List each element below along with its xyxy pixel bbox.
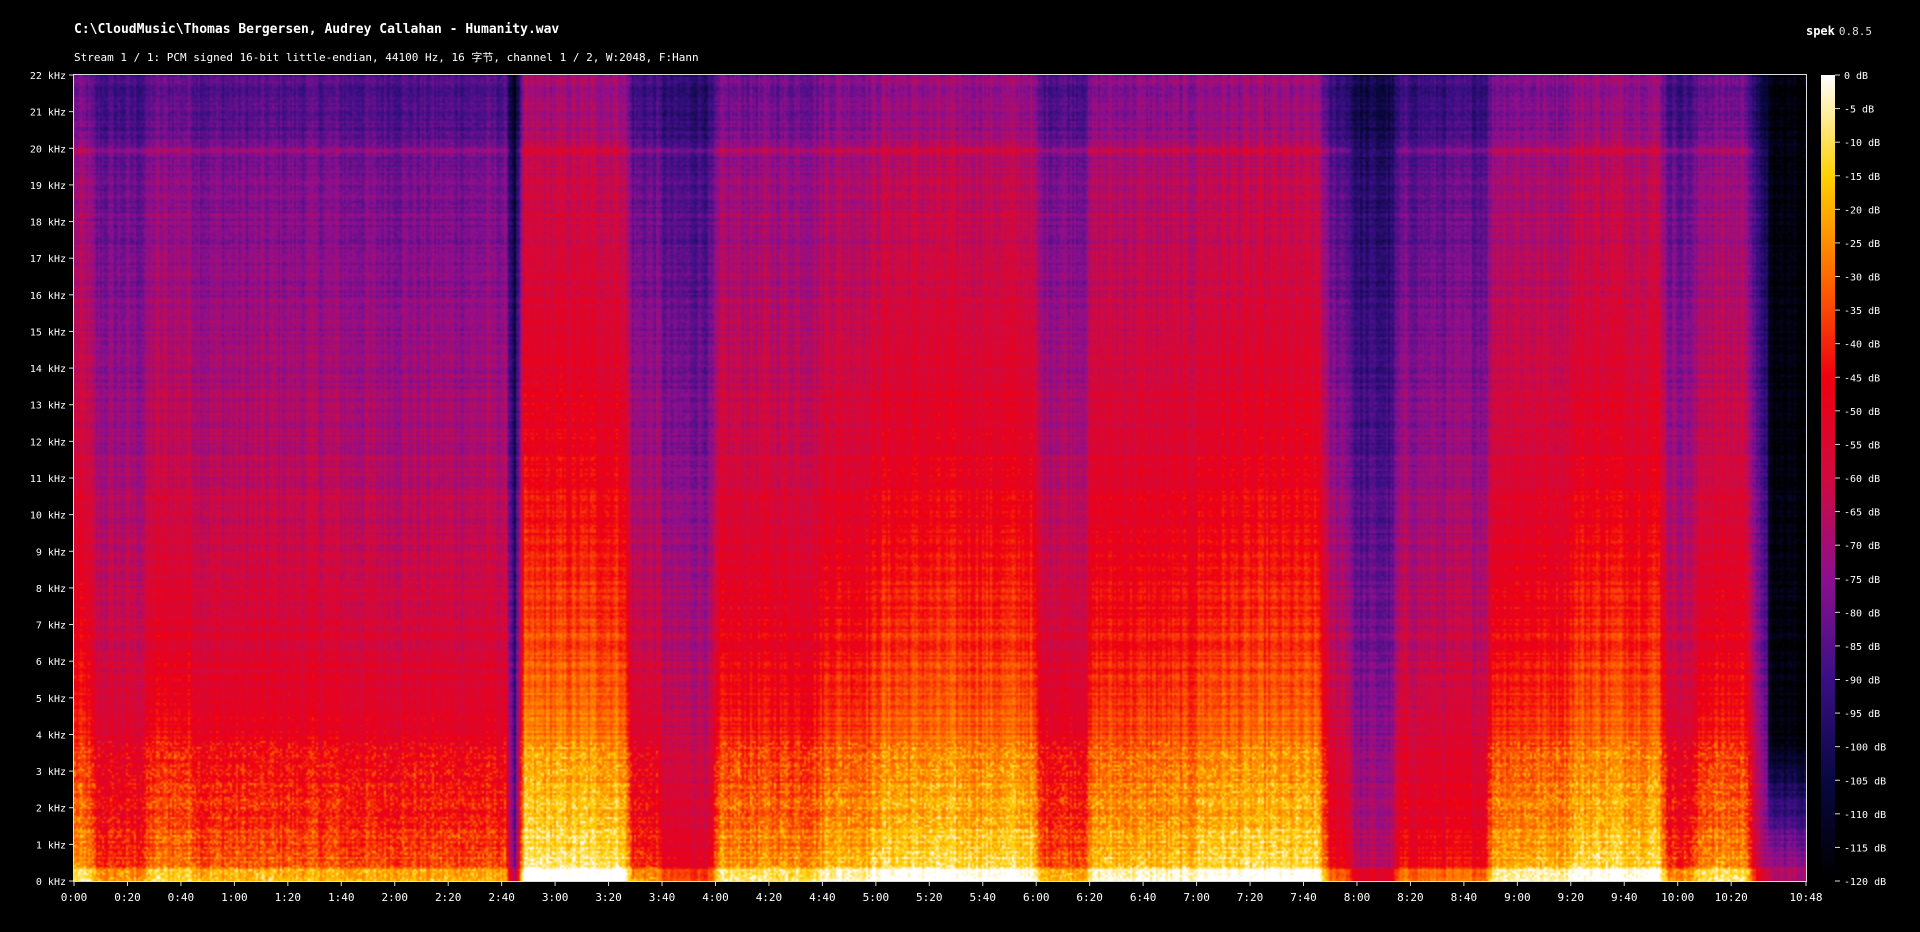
x-tick-label: 10:48 [1789, 891, 1822, 904]
y-tick-label: 15 kHz [30, 327, 66, 338]
colorbar-tick-label: -75 dB [1844, 575, 1880, 586]
colorbar-tick-label: -65 dB [1844, 508, 1880, 519]
x-tick-label: 1:00 [221, 891, 248, 904]
x-tick-label: 4:40 [809, 891, 836, 904]
x-tick-label: 1:40 [328, 891, 355, 904]
y-tick-label: 3 kHz [36, 767, 66, 778]
colorbar-tick-label: -100 dB [1844, 743, 1886, 754]
colorbar-tick-label: -55 dB [1844, 440, 1880, 451]
y-tick-label: 18 kHz [30, 218, 66, 229]
x-tick-label: 3:40 [649, 891, 676, 904]
x-tick-label: 7:00 [1183, 891, 1210, 904]
colorbar-tick-label: -90 dB [1844, 676, 1880, 687]
y-tick-label: 20 kHz [30, 144, 66, 155]
colorbar-tick-label: -45 dB [1844, 373, 1880, 384]
y-tick-label: 0 kHz [36, 877, 66, 888]
x-tick-label: 4:20 [756, 891, 783, 904]
x-tick-label: 10:20 [1715, 891, 1748, 904]
y-tick-label: 17 kHz [30, 254, 66, 265]
x-tick-label: 7:40 [1290, 891, 1317, 904]
x-tick-label: 9:00 [1504, 891, 1531, 904]
colorbar-tick-label: -25 dB [1844, 239, 1880, 250]
colorbar-tick-label: -115 dB [1844, 843, 1886, 854]
x-tick-label: 5:40 [970, 891, 997, 904]
x-tick-label: 0:40 [168, 891, 195, 904]
colorbar-tick-label: -80 dB [1844, 608, 1880, 619]
x-tick-label: 1:20 [275, 891, 302, 904]
x-tick-label: 4:00 [702, 891, 729, 904]
x-tick-label: 3:00 [542, 891, 569, 904]
x-tick-label: 0:00 [61, 891, 88, 904]
x-tick-label: 8:20 [1397, 891, 1424, 904]
colorbar-tick-label: -60 dB [1844, 474, 1880, 485]
colorbar-tick-label: -50 dB [1844, 407, 1880, 418]
colorbar-tick-label: -110 dB [1844, 810, 1886, 821]
colorbar-tick-label: -95 dB [1844, 709, 1880, 720]
y-tick-label: 11 kHz [30, 474, 66, 485]
colorbar-tick-label: 0 dB [1844, 71, 1868, 82]
y-tick-label: 4 kHz [36, 730, 66, 741]
x-tick-label: 9:40 [1611, 891, 1638, 904]
y-tick-label: 5 kHz [36, 694, 66, 705]
colorbar-tick-label: -10 dB [1844, 138, 1880, 149]
colorbar-tick-label: -30 dB [1844, 273, 1880, 284]
colorbar-tick-label: -5 dB [1844, 105, 1874, 116]
x-tick-label: 5:20 [916, 891, 943, 904]
x-tick-label: 2:00 [381, 891, 408, 904]
x-tick-label: 10:00 [1661, 891, 1694, 904]
y-tick-label: 7 kHz [36, 621, 66, 632]
colorbar-tick-label: -120 dB [1844, 877, 1886, 888]
y-tick-label: 19 kHz [30, 181, 66, 192]
colorbar-tick-label: -85 dB [1844, 642, 1880, 653]
y-tick-label: 9 kHz [36, 547, 66, 558]
y-tick-label: 14 kHz [30, 364, 66, 375]
x-tick-label: 3:20 [595, 891, 622, 904]
x-tick-label: 2:40 [488, 891, 515, 904]
y-tick-label: 16 kHz [30, 291, 66, 302]
colorbar-tick-label: -105 dB [1844, 776, 1886, 787]
colorbar-tick-label: -15 dB [1844, 172, 1880, 183]
y-tick-label: 13 kHz [30, 401, 66, 412]
x-tick-label: 0:20 [114, 891, 141, 904]
x-tick-label: 2:20 [435, 891, 462, 904]
y-tick-label: 12 kHz [30, 437, 66, 448]
x-tick-label: 8:40 [1451, 891, 1478, 904]
x-tick-label: 6:40 [1130, 891, 1157, 904]
x-tick-label: 9:20 [1558, 891, 1585, 904]
x-tick-label: 5:00 [863, 891, 890, 904]
x-tick-label: 8:00 [1344, 891, 1371, 904]
colorbar-tick-label: -70 dB [1844, 541, 1880, 552]
y-tick-label: 6 kHz [36, 657, 66, 668]
colorbar-tick-label: -35 dB [1844, 306, 1880, 317]
y-tick-label: 1 kHz [36, 840, 66, 851]
x-tick-label: 7:20 [1237, 891, 1264, 904]
y-tick-label: 21 kHz [30, 108, 66, 119]
axes-layer: 0:00 0:20 0:40 1:00 1:20 1:40 2:00 2:20 2:40 3:00… [30, 71, 1886, 904]
y-tick-label: 2 kHz [36, 804, 66, 815]
x-tick-label: 6:00 [1023, 891, 1050, 904]
y-tick-label: 8 kHz [36, 584, 66, 595]
y-tick-label: 10 kHz [30, 511, 66, 522]
y-tick-label: 22 kHz [30, 71, 66, 82]
x-tick-label: 6:20 [1076, 891, 1103, 904]
colorbar-tick-label: -40 dB [1844, 340, 1880, 351]
colorbar-tick-label: -20 dB [1844, 205, 1880, 216]
